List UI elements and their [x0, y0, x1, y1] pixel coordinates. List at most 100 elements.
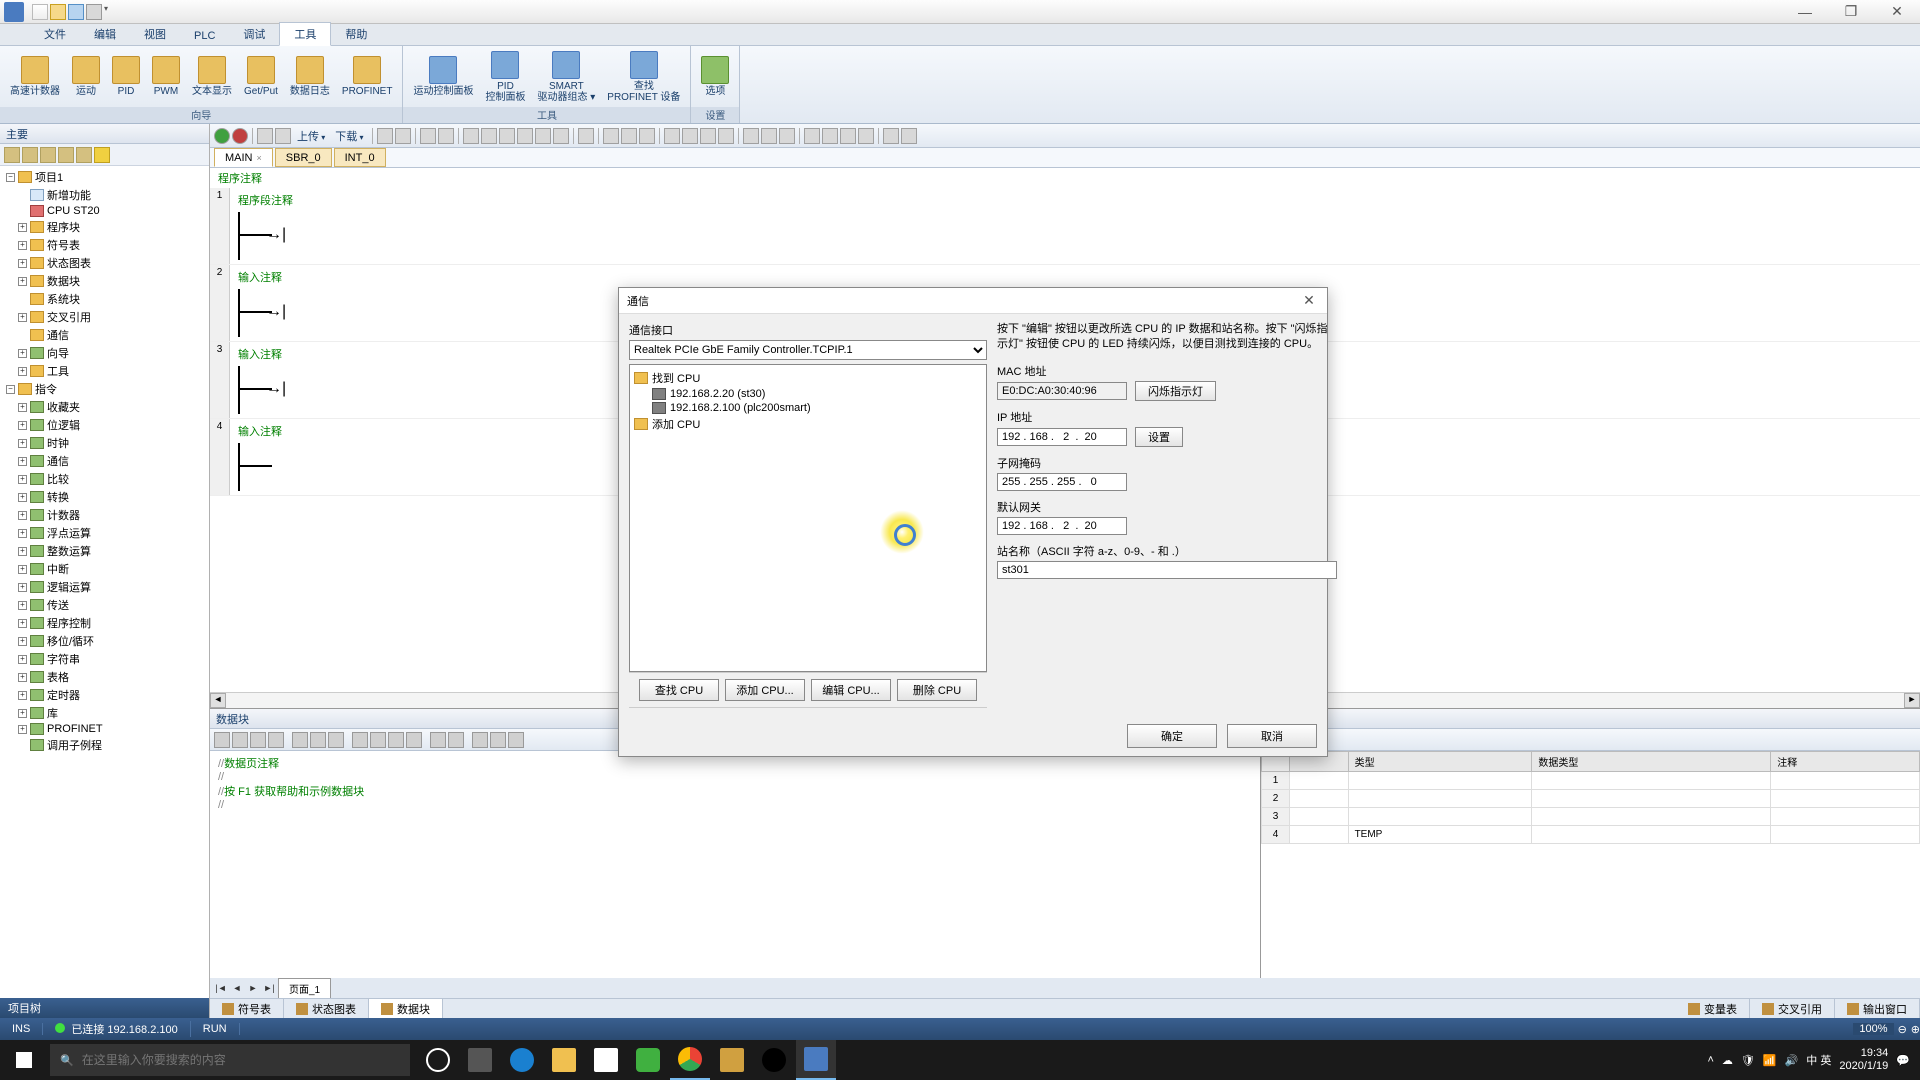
- tree-node[interactable]: +符号表: [2, 236, 207, 254]
- tree-node[interactable]: +比较: [2, 470, 207, 488]
- last-icon[interactable]: ►|: [262, 981, 276, 995]
- tb-icon[interactable]: [840, 128, 856, 144]
- download-button[interactable]: 下载: [331, 128, 367, 144]
- tree-tb-icon[interactable]: [58, 147, 74, 163]
- first-icon[interactable]: |◄: [214, 981, 228, 995]
- ribbon-item[interactable]: 数据日志: [284, 48, 336, 105]
- db-tb-icon[interactable]: [448, 732, 464, 748]
- task-app[interactable]: [712, 1040, 752, 1080]
- new-icon[interactable]: [32, 4, 48, 20]
- tree-node[interactable]: +向导: [2, 344, 207, 362]
- db-tb-icon[interactable]: [328, 732, 344, 748]
- tb-icon[interactable]: [395, 128, 411, 144]
- edit-cpu-button[interactable]: 编辑 CPU...: [811, 679, 891, 701]
- tree-node[interactable]: +数据块: [2, 272, 207, 290]
- tree-tb-icon[interactable]: [40, 147, 56, 163]
- tb-icon[interactable]: [535, 128, 551, 144]
- tree-node[interactable]: CPU ST20: [2, 204, 207, 218]
- btab-output[interactable]: 输出窗口: [1835, 999, 1920, 1018]
- tb-icon[interactable]: [761, 128, 777, 144]
- tb-icon[interactable]: [438, 128, 454, 144]
- tree-node[interactable]: +移位/循环: [2, 632, 207, 650]
- interface-select[interactable]: Realtek PCIe GbE Family Controller.TCPIP…: [629, 340, 987, 360]
- tree-node[interactable]: +通信: [2, 452, 207, 470]
- menu-edit[interactable]: 编辑: [80, 23, 130, 45]
- tree-node[interactable]: +收藏夹: [2, 398, 207, 416]
- ribbon-item[interactable]: 运动: [66, 48, 106, 105]
- close-button[interactable]: ✕: [1874, 0, 1920, 24]
- tb-icon[interactable]: [718, 128, 734, 144]
- ribbon-item[interactable]: 高速计数器: [4, 48, 66, 105]
- db-tb-icon[interactable]: [214, 732, 230, 748]
- tree-node[interactable]: +浮点运算: [2, 524, 207, 542]
- tree-node[interactable]: +程序控制: [2, 614, 207, 632]
- tree-node[interactable]: +位逻辑: [2, 416, 207, 434]
- btab-xref[interactable]: 交叉引用: [1750, 999, 1835, 1018]
- tree-node[interactable]: +程序块: [2, 218, 207, 236]
- set-ip-button[interactable]: 设置: [1135, 427, 1183, 447]
- db-tb-icon[interactable]: [292, 732, 308, 748]
- task-taskview[interactable]: [460, 1040, 500, 1080]
- tb-icon[interactable]: [682, 128, 698, 144]
- tree-node[interactable]: +交叉引用: [2, 308, 207, 326]
- tab-close-icon[interactable]: ×: [257, 153, 262, 163]
- taskbar-search[interactable]: 🔍: [50, 1044, 410, 1076]
- btab-status[interactable]: 状态图表: [284, 999, 369, 1018]
- start-button[interactable]: [0, 1040, 48, 1080]
- task-record[interactable]: [754, 1040, 794, 1080]
- ribbon-item[interactable]: Get/Put: [238, 48, 284, 105]
- flash-led-button[interactable]: 闪烁指示灯: [1135, 381, 1216, 401]
- tree-node[interactable]: +PROFINET: [2, 722, 207, 736]
- ribbon-item[interactable]: 文本显示: [186, 48, 238, 105]
- save-icon[interactable]: [68, 4, 84, 20]
- tree-node[interactable]: +逻辑运算: [2, 578, 207, 596]
- page-tab[interactable]: 页面_1: [278, 978, 331, 999]
- next-icon[interactable]: ►: [246, 981, 260, 995]
- zoom-in-icon[interactable]: ⊕: [1911, 1023, 1920, 1036]
- ip-field[interactable]: [997, 428, 1127, 446]
- btab-var[interactable]: 变量表: [1676, 999, 1750, 1018]
- tree-node[interactable]: +字符串: [2, 650, 207, 668]
- cpu-tree[interactable]: 找到 CPU 192.168.2.20 (st30) 192.168.2.100…: [629, 364, 987, 672]
- dialog-close-button[interactable]: ✕: [1299, 292, 1319, 309]
- ribbon-item[interactable]: PID控制面板: [479, 48, 531, 105]
- tb-icon[interactable]: [901, 128, 917, 144]
- db-tb-icon[interactable]: [508, 732, 524, 748]
- notification-icon[interactable]: 💬: [1896, 1054, 1910, 1067]
- tb-icon[interactable]: [621, 128, 637, 144]
- ribbon-item[interactable]: PID: [106, 48, 146, 105]
- db-tb-icon[interactable]: [490, 732, 506, 748]
- tree-node[interactable]: +整数运算: [2, 542, 207, 560]
- tree-node[interactable]: +计数器: [2, 506, 207, 524]
- btab-data[interactable]: 数据块: [369, 999, 443, 1018]
- qat-dropdown-icon[interactable]: ▾: [104, 4, 114, 20]
- tree-node[interactable]: 系统块: [2, 290, 207, 308]
- db-tb-icon[interactable]: [310, 732, 326, 748]
- tree-node[interactable]: 通信: [2, 326, 207, 344]
- tb-icon[interactable]: [463, 128, 479, 144]
- menu-file[interactable]: 文件: [30, 23, 80, 45]
- task-edge[interactable]: [502, 1040, 542, 1080]
- prev-icon[interactable]: ◄: [230, 981, 244, 995]
- tb-icon[interactable]: [377, 128, 393, 144]
- task-explorer[interactable]: [544, 1040, 584, 1080]
- tb-icon[interactable]: [257, 128, 273, 144]
- tree-node[interactable]: +时钟: [2, 434, 207, 452]
- tree-tb-icon[interactable]: [94, 147, 110, 163]
- add-cpu-button[interactable]: 添加 CPU...: [725, 679, 805, 701]
- tb-icon[interactable]: [779, 128, 795, 144]
- menu-help[interactable]: 帮助: [331, 23, 381, 45]
- search-input[interactable]: [82, 1053, 400, 1067]
- upload-button[interactable]: 上传: [293, 128, 329, 144]
- menu-tools[interactable]: 工具: [279, 22, 331, 46]
- ribbon-item[interactable]: PWM: [146, 48, 186, 105]
- db-tb-icon[interactable]: [472, 732, 488, 748]
- tree-node[interactable]: +转换: [2, 488, 207, 506]
- zoom-level[interactable]: 100%: [1853, 1023, 1893, 1035]
- tray-icon[interactable]: 🔊: [1785, 1054, 1799, 1067]
- task-chrome[interactable]: [670, 1040, 710, 1080]
- task-store[interactable]: [586, 1040, 626, 1080]
- ok-button[interactable]: 确定: [1127, 724, 1217, 748]
- db-tb-icon[interactable]: [430, 732, 446, 748]
- tb-icon[interactable]: [578, 128, 594, 144]
